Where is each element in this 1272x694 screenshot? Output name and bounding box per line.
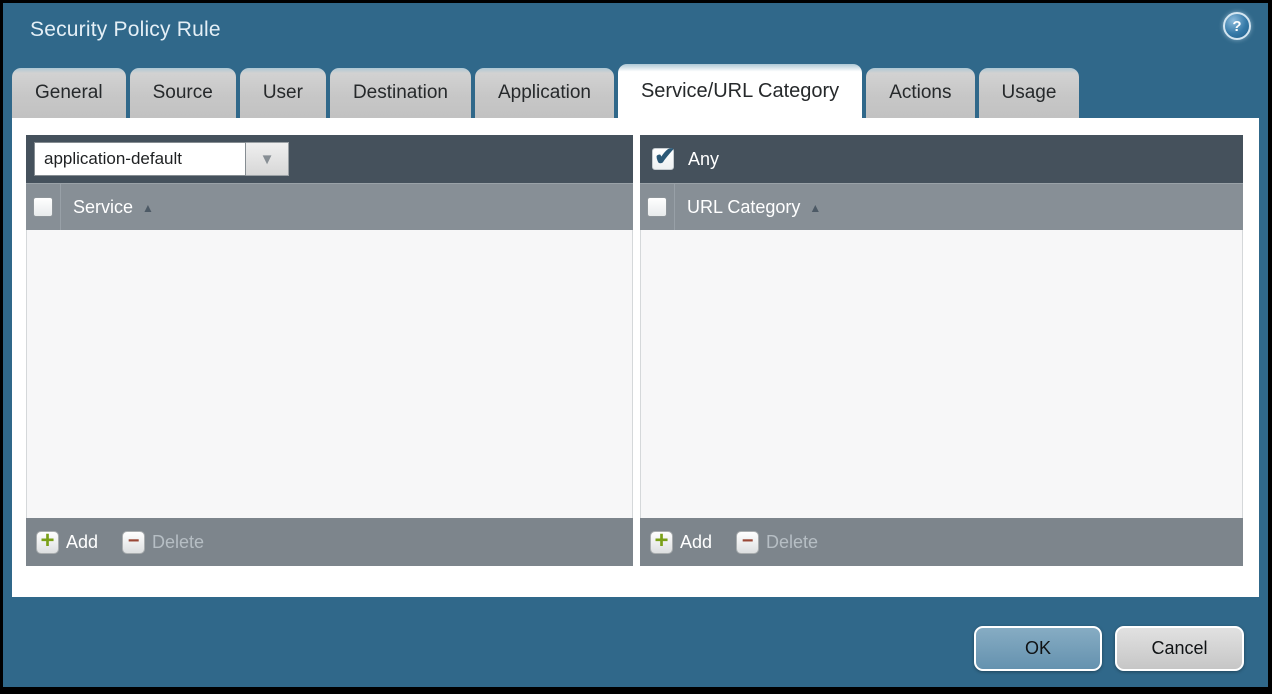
tab-general[interactable]: General	[12, 68, 126, 118]
url-category-panel-header: ✔ Any	[640, 135, 1243, 183]
any-label: Any	[688, 149, 719, 170]
url-category-column-label: URL Category	[687, 197, 800, 218]
dialog-button-bar: OK Cancel	[974, 626, 1244, 671]
service-panel-header: application-default ▼	[26, 135, 633, 183]
sort-asc-icon: ▲	[142, 199, 154, 215]
delete-icon[interactable]: −	[122, 531, 145, 554]
tab-service-url-category[interactable]: Service/URL Category	[618, 64, 862, 118]
tab-application[interactable]: Application	[475, 68, 614, 118]
service-select-all-cell	[26, 184, 61, 230]
tab-bar: General Source User Destination Applicat…	[3, 61, 1268, 118]
service-column-header[interactable]: Service ▲	[61, 184, 154, 230]
tab-destination[interactable]: Destination	[330, 68, 471, 118]
tab-actions[interactable]: Actions	[866, 68, 974, 118]
url-category-panel-footer: + Add − Delete	[640, 518, 1243, 566]
service-panel-footer: + Add − Delete	[26, 518, 633, 566]
url-category-select-all-cell	[640, 184, 675, 230]
service-type-dropdown[interactable]: application-default ▼	[34, 142, 289, 176]
plus-glyph: +	[654, 529, 668, 553]
url-category-column-header-row: URL Category ▲	[640, 183, 1243, 230]
checkmark-icon: ✔	[654, 141, 676, 172]
help-icon[interactable]: ?	[1223, 12, 1251, 40]
security-policy-rule-dialog: Security Policy Rule ? General Source Us…	[3, 3, 1268, 687]
ok-button[interactable]: OK	[974, 626, 1102, 671]
tab-source[interactable]: Source	[130, 68, 236, 118]
tab-content: application-default ▼ Service ▲	[12, 118, 1259, 597]
cancel-button[interactable]: Cancel	[1115, 626, 1244, 671]
service-list-body[interactable]	[26, 230, 633, 518]
add-icon[interactable]: +	[650, 531, 673, 554]
url-category-add-button[interactable]: + Add	[650, 531, 712, 554]
url-category-add-label: Add	[680, 532, 712, 553]
url-category-delete-label: Delete	[766, 532, 818, 553]
service-type-dropdown-value[interactable]: application-default	[34, 142, 246, 176]
sort-asc-icon: ▲	[809, 199, 821, 215]
minus-glyph: −	[742, 531, 754, 551]
tab-usage[interactable]: Usage	[979, 68, 1080, 118]
service-delete-label: Delete	[152, 532, 204, 553]
service-add-label: Add	[66, 532, 98, 553]
service-column-label: Service	[73, 197, 133, 218]
dialog-title: Security Policy Rule	[30, 18, 221, 42]
service-delete-button[interactable]: − Delete	[122, 531, 204, 554]
url-category-column-header[interactable]: URL Category ▲	[675, 184, 821, 230]
service-column-header-row: Service ▲	[26, 183, 633, 230]
url-category-delete-button[interactable]: − Delete	[736, 531, 818, 554]
service-add-button[interactable]: + Add	[36, 531, 98, 554]
service-select-all-checkbox[interactable]	[33, 197, 53, 217]
any-checkbox[interactable]: ✔	[652, 148, 674, 170]
help-glyph: ?	[1232, 18, 1241, 35]
titlebar: Security Policy Rule ?	[3, 3, 1268, 61]
add-icon[interactable]: +	[36, 531, 59, 554]
url-category-list-body[interactable]	[640, 230, 1243, 518]
chevron-down-icon: ▼	[260, 151, 275, 168]
minus-glyph: −	[128, 531, 140, 551]
plus-glyph: +	[40, 529, 54, 553]
url-category-select-all-checkbox[interactable]	[647, 197, 667, 217]
tab-user[interactable]: User	[240, 68, 326, 118]
service-panel: application-default ▼ Service ▲	[26, 135, 633, 566]
url-category-panel: ✔ Any URL Category ▲ + Add	[640, 135, 1243, 566]
service-type-dropdown-button[interactable]: ▼	[246, 142, 289, 176]
delete-icon[interactable]: −	[736, 531, 759, 554]
